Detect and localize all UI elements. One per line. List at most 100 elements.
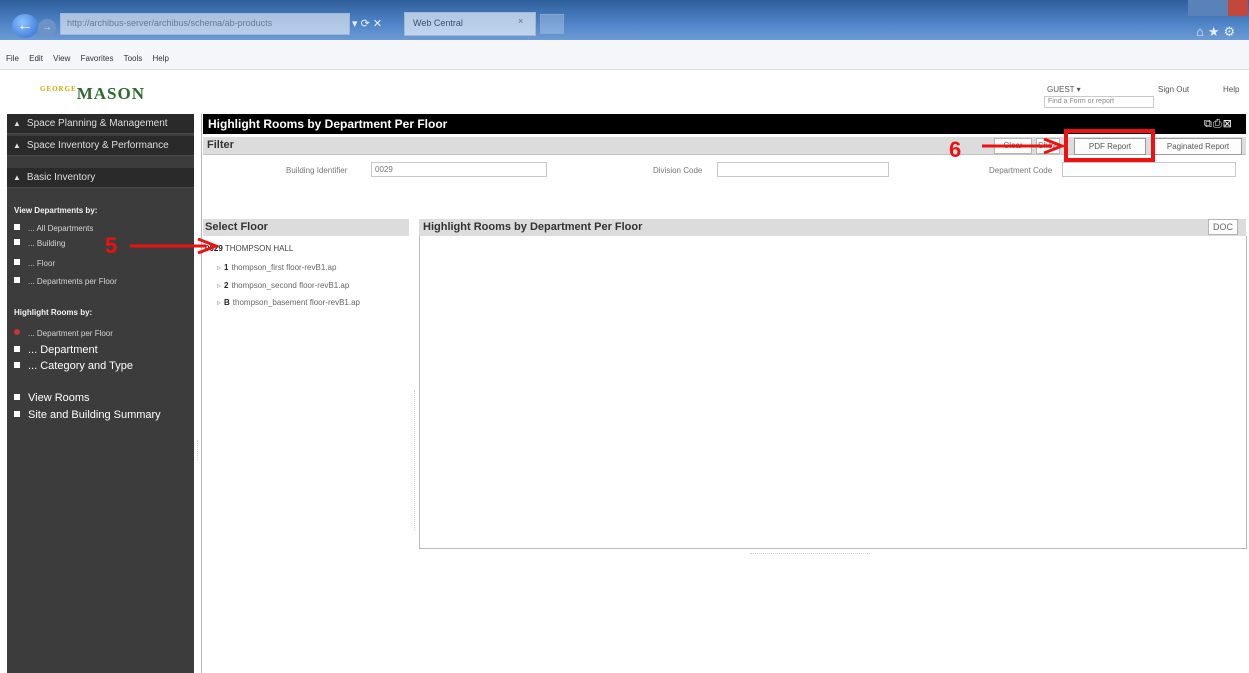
nav-basic-inventory-label: Basic Inventory [26, 172, 96, 183]
floor-id: B [224, 298, 230, 307]
browser-tab-label: Web Central [413, 18, 463, 28]
browser-tab[interactable]: Web Central [404, 12, 536, 36]
sidebar-item-label: ... Building [28, 239, 66, 248]
tree-root-name: THOMPSON HALL [224, 244, 294, 253]
report-drawing-area[interactable] [419, 236, 1247, 549]
window-close-button[interactable] [1228, 0, 1248, 16]
main-left-border [201, 114, 202, 673]
sidebar-item-floor[interactable]: ... Floor [14, 258, 55, 270]
sidebar-item-departments-per-floor[interactable]: ... Departments per Floor [14, 276, 117, 288]
menu-edit[interactable]: Edit [29, 54, 43, 63]
menu-items: File Edit View Favorites Tools Help [6, 54, 177, 66]
expand-icon[interactable]: ▹ [217, 263, 221, 272]
bullet-icon [14, 259, 20, 265]
sidebar-item-label: ... Department per Floor [28, 329, 113, 338]
view-departments-heading: View Departments by: [14, 206, 98, 215]
collapse-triangle-icon: ▲ [13, 141, 21, 150]
help-link[interactable]: Help [1223, 85, 1239, 94]
nav-space-inventory[interactable]: ▲ Space Inventory & Performance [7, 136, 194, 156]
active-dot-icon [14, 329, 20, 335]
floor-id: 2 [224, 281, 229, 290]
window-controls [1188, 0, 1249, 18]
panel-divider[interactable] [414, 390, 417, 530]
department-code-label: Department Code [989, 166, 1053, 175]
nav-space-planning-label: Space Planning & Management [26, 118, 168, 129]
bottom-splitter[interactable] [750, 553, 870, 556]
floor-name: thompson_first floor-revB1.ap [231, 263, 337, 272]
sidebar-item-label: ... All Departments [28, 224, 94, 233]
forward-button[interactable]: → [38, 19, 56, 37]
sidebar-item-label: ... Category and Type [28, 360, 133, 372]
menu-file[interactable]: File [6, 54, 19, 63]
tree-node-floor-b[interactable]: ▹ Bthompson_basement floor-revB1.ap [217, 298, 360, 307]
tree-node-floor-1[interactable]: ▹ 1 thompson_first floor-revB1.ap [217, 263, 336, 272]
home-favorites-tools-icons[interactable]: ⌂★⚙ [1196, 24, 1246, 40]
find-form-search-input[interactable]: Find a Form or report [1044, 96, 1154, 108]
report-panel-title: Highlight Rooms by Department Per Floor [423, 221, 643, 233]
minimize-button[interactable] [1188, 0, 1208, 16]
bullet-icon [14, 277, 20, 283]
callout-arrow-5 [130, 238, 220, 254]
sidebar-item-label: ... Department [28, 344, 98, 356]
bullet-icon [14, 239, 20, 245]
sign-out-link[interactable]: Sign Out [1158, 85, 1189, 94]
mason-logo: GEORGEMASON [40, 84, 144, 108]
logo-text: MASON [76, 84, 146, 103]
sidebar-item-all-departments[interactable]: ... All Departments [14, 223, 93, 235]
pdf-report-highlight-box [1064, 129, 1155, 162]
expand-icon[interactable]: ▹ [217, 298, 221, 307]
highlight-rooms-heading: Highlight Rooms by: [14, 308, 93, 317]
sidebar-item-department-per-floor[interactable]: ... Department per Floor [14, 328, 113, 340]
select-floor-title: Select Floor [205, 221, 268, 233]
address-bar[interactable]: http://archibus-server/archibus/schema/a… [60, 13, 350, 35]
nav-space-planning[interactable]: ▲ Space Planning & Management [7, 114, 194, 134]
department-code-field[interactable] [1062, 162, 1236, 177]
nav-space-inventory-label: Space Inventory & Performance [26, 140, 169, 151]
bullet-icon [14, 224, 20, 230]
bullet-icon [14, 362, 20, 368]
callout-arrow-6 [982, 138, 1066, 154]
callout-number-5: 5 [105, 233, 118, 258]
menu-view[interactable]: View [53, 54, 70, 63]
menu-help[interactable]: Help [153, 54, 169, 63]
filter-title: Filter [207, 139, 234, 151]
tab-close-icon[interactable]: × [518, 16, 530, 30]
tree-node-floor-2[interactable]: ▹ 2 thompson_second floor-revB1.ap [217, 281, 349, 290]
building-identifier-label: Building Identifier [286, 166, 348, 175]
floor-name: thompson_second floor-revB1.ap [231, 281, 350, 290]
sidebar-item-department[interactable]: ... Department [14, 343, 98, 357]
sidebar-splitter[interactable] [197, 440, 200, 460]
sidebar-item-label: Site and Building Summary [28, 409, 161, 421]
sidebar-item-category-and-type[interactable]: ... Category and Type [14, 359, 133, 373]
collapse-triangle-icon: ▲ [13, 173, 21, 182]
doc-button[interactable]: DOC [1208, 219, 1238, 235]
division-code-field[interactable] [717, 162, 889, 177]
sidebar-item-label: ... Floor [28, 259, 56, 268]
sidebar-item-label: View Rooms [28, 392, 90, 404]
menu-favorites[interactable]: Favorites [81, 54, 114, 63]
new-tab-button[interactable] [540, 14, 564, 34]
expand-icon[interactable]: ▹ [217, 281, 221, 290]
sidebar-item-label: ... Departments per Floor [28, 277, 117, 286]
paginated-report-button[interactable]: Paginated Report [1154, 138, 1242, 155]
back-button[interactable]: ← [12, 14, 38, 38]
nav-basic-inventory[interactable]: ▲ Basic Inventory [7, 168, 194, 188]
logo-small-text: GEORGE [40, 85, 77, 93]
menu-tools[interactable]: Tools [124, 54, 143, 63]
address-controls[interactable]: ▾ ⟳ ✕ [352, 13, 402, 35]
collapse-triangle-icon: ▲ [13, 119, 21, 128]
sidebar-item-site-building-summary[interactable]: Site and Building Summary [14, 408, 161, 422]
bullet-icon [14, 411, 20, 417]
callout-number-6: 6 [949, 137, 962, 162]
sidebar-item-view-rooms[interactable]: View Rooms [14, 391, 90, 405]
floor-id: 1 [224, 263, 229, 272]
bullet-icon [14, 346, 20, 352]
maximize-button[interactable] [1208, 0, 1228, 16]
sidebar-item-building[interactable]: ... Building [14, 238, 65, 250]
bullet-icon [14, 394, 20, 400]
menu-bar [0, 40, 1249, 70]
panel-window-icons[interactable]: ⧉⎙⊠ [1204, 117, 1244, 131]
division-code-label: Division Code [653, 166, 703, 175]
guest-menu[interactable]: GUEST ▾ [1047, 85, 1081, 94]
building-identifier-field[interactable]: 0029 [371, 162, 547, 177]
